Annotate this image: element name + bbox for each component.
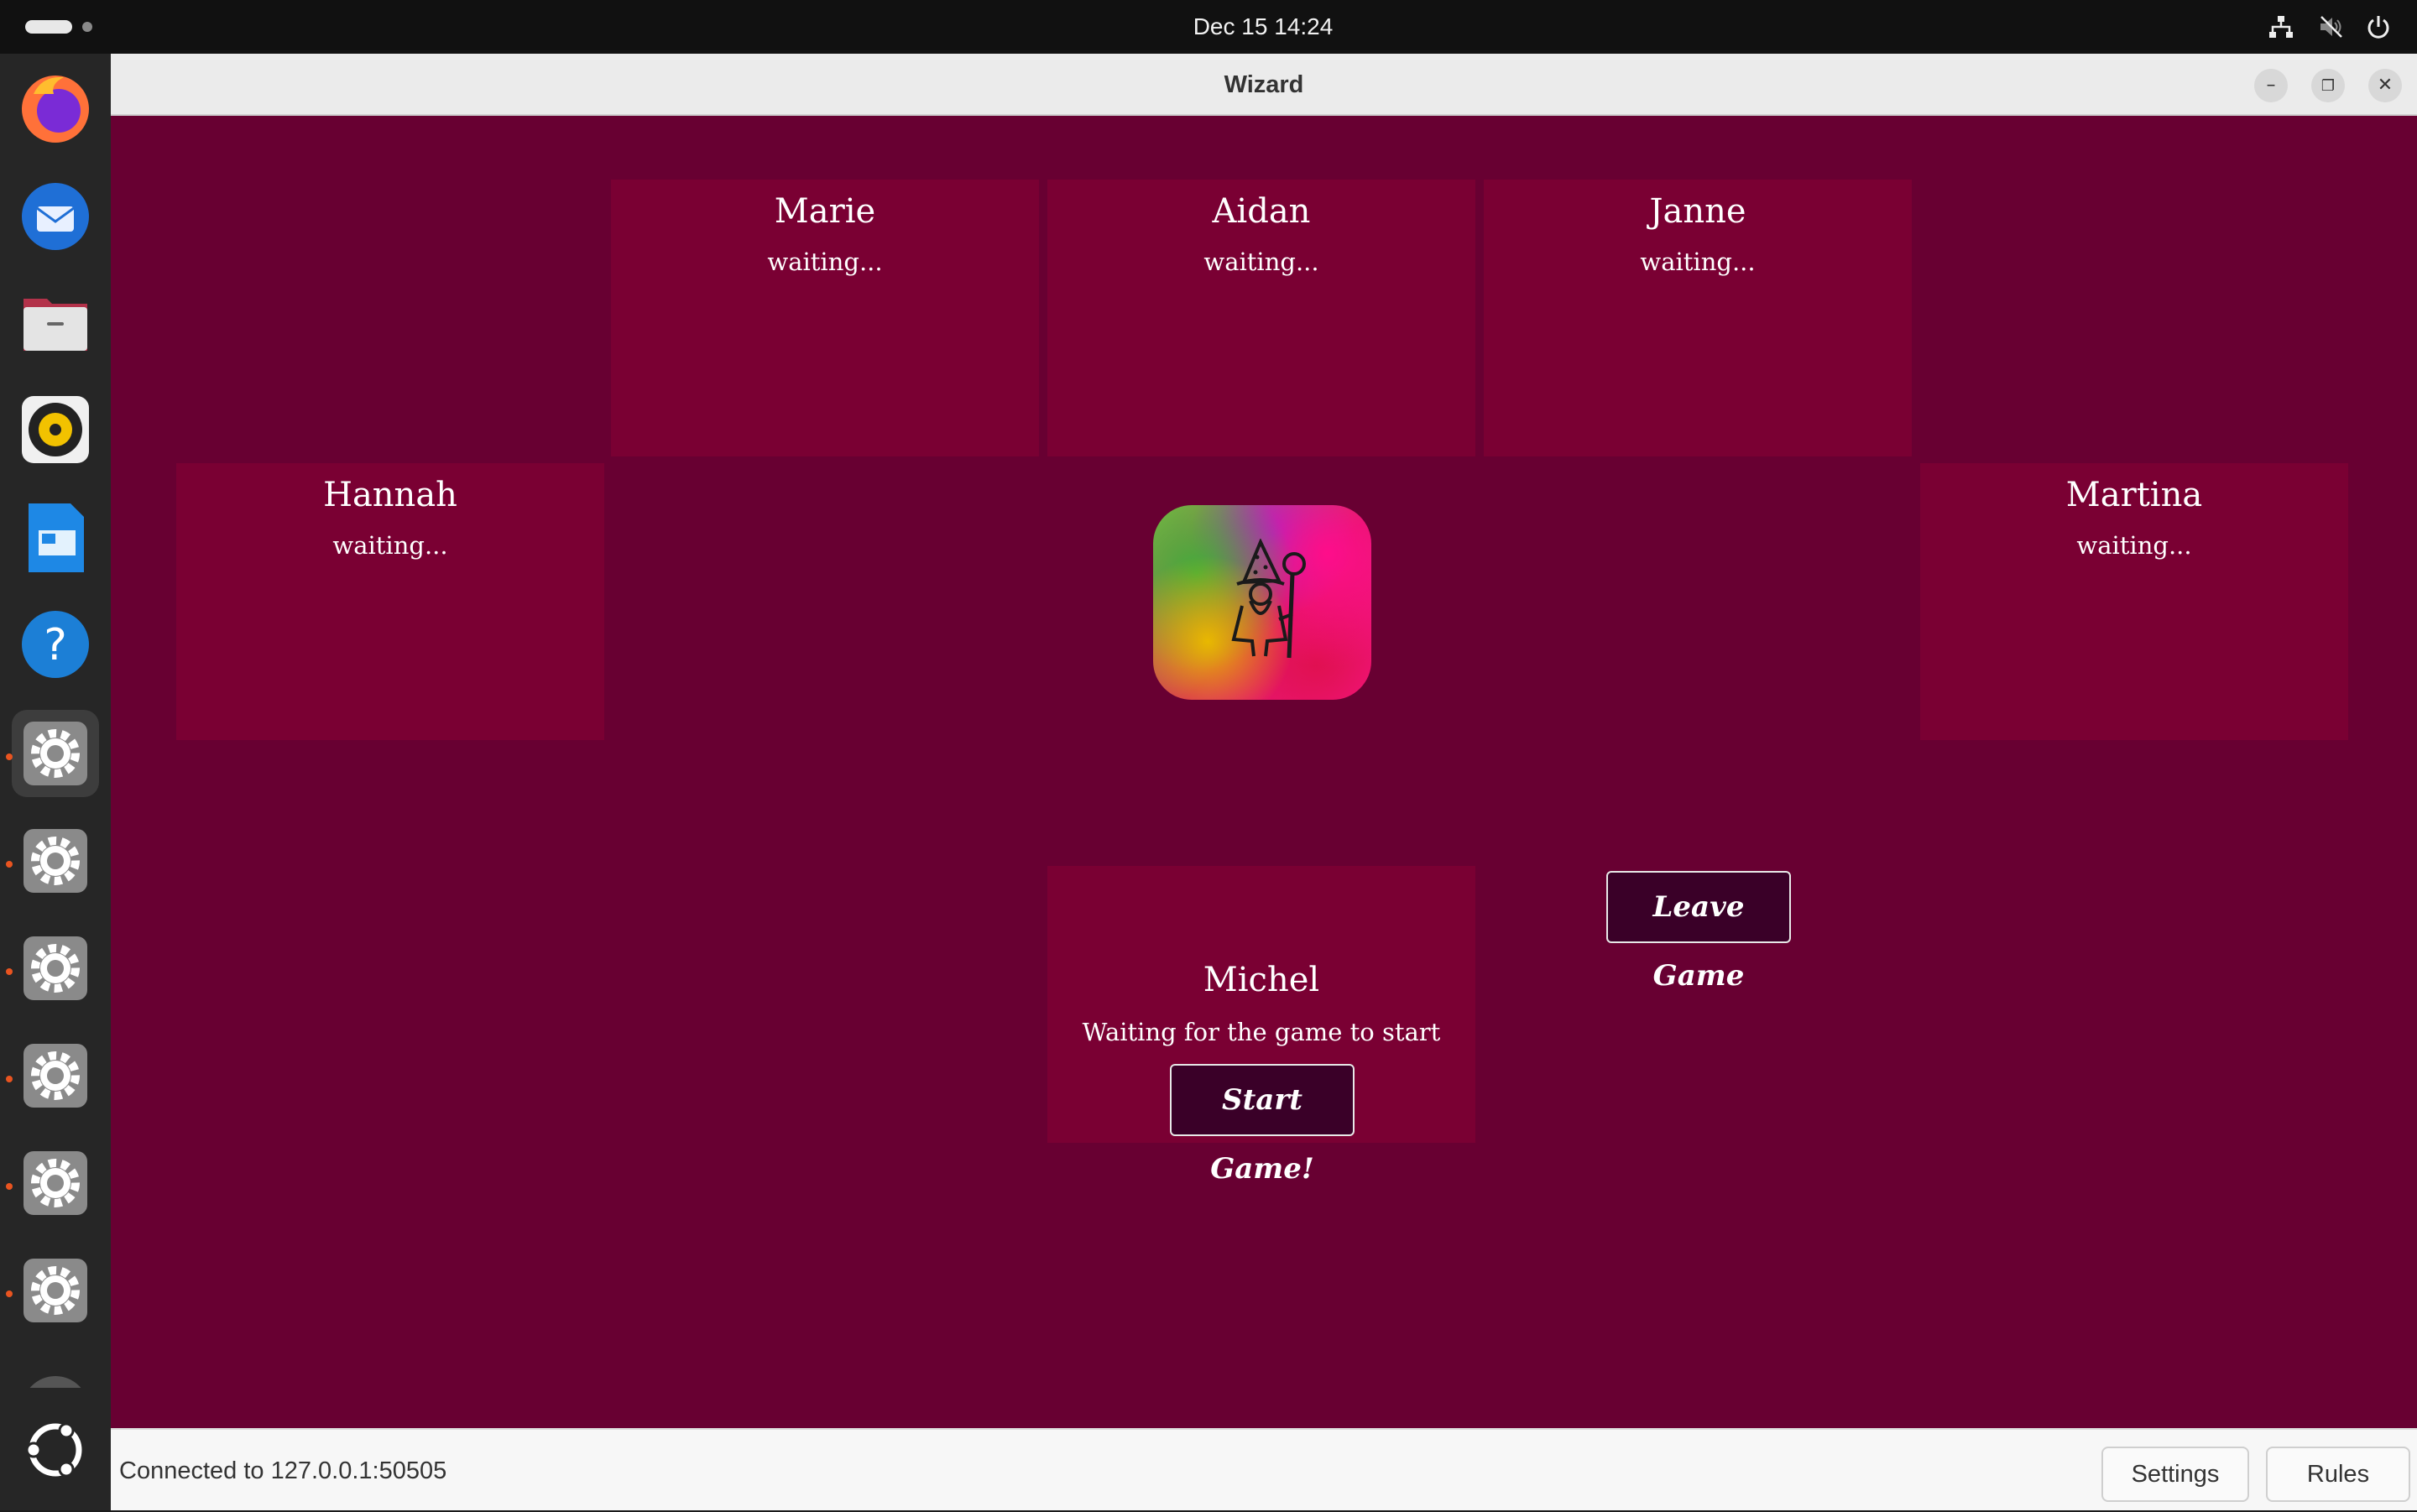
dock-item-files[interactable]: [12, 279, 99, 366]
rules-button[interactable]: Rules: [2266, 1447, 2410, 1502]
player-panel-michel: Michel Waiting for the game to start Sta…: [1047, 866, 1475, 1186]
workspace-indicator: [82, 22, 92, 32]
minimize-icon: –: [2266, 75, 2276, 96]
status-bar: Connected to 127.0.0.1:50505 Settings Ru…: [111, 1428, 2417, 1510]
dock-item-writer[interactable]: [12, 493, 99, 581]
player-status: waiting...: [1203, 248, 1319, 276]
minimize-button[interactable]: –: [2254, 69, 2288, 102]
player-status: waiting...: [767, 248, 883, 276]
folder-icon: [23, 299, 87, 351]
player-name: Aidan: [1212, 192, 1311, 231]
running-indicator: [6, 1290, 13, 1297]
gear-icon: [23, 722, 87, 785]
start-game-button[interactable]: Start Game!: [1170, 1064, 1355, 1186]
show-apps-button[interactable]: [12, 1406, 99, 1494]
player-name: Michel: [1203, 961, 1320, 999]
window-title: Wizard: [1224, 71, 1304, 98]
writer-icon: [29, 503, 84, 572]
dock: ?: [0, 54, 111, 1510]
gear-icon: [23, 1151, 87, 1215]
running-indicator: [6, 968, 13, 975]
top-bar: Dec 15 14:24: [0, 0, 2417, 54]
svg-text:?: ?: [44, 620, 67, 670]
player-name: Hannah: [323, 476, 457, 514]
player-panel-martina: Martina waiting...: [1920, 463, 2348, 740]
leave-game-button[interactable]: Leave Game: [1606, 871, 1791, 993]
dock-item-app-5[interactable]: [12, 1139, 99, 1227]
player-name: Janne: [1649, 192, 1746, 231]
running-indicator: [6, 1076, 13, 1082]
gear-icon: [23, 1259, 87, 1322]
dock-item-app-2[interactable]: [12, 817, 99, 905]
help-icon: ?: [22, 611, 89, 678]
dock-item-app-6[interactable]: [12, 1247, 99, 1334]
running-indicator: [6, 1183, 13, 1190]
close-icon: ✕: [2377, 75, 2394, 96]
maximize-icon: ❐: [2320, 77, 2336, 95]
player-name: Martina: [2065, 476, 2203, 514]
dock-item-thunderbird[interactable]: [12, 171, 99, 258]
dock-item-app-1[interactable]: [12, 710, 99, 797]
player-status: waiting...: [332, 531, 448, 560]
dock-item-help[interactable]: ?: [12, 601, 99, 688]
firefox-icon: [22, 76, 89, 143]
activities-button[interactable]: [25, 20, 72, 34]
settings-button[interactable]: Settings: [2101, 1447, 2249, 1502]
player-status: waiting...: [1640, 248, 1756, 276]
player-panel-hannah: Hannah waiting...: [176, 463, 604, 740]
gear-icon: [23, 936, 87, 1000]
dock-item-app-3[interactable]: [12, 925, 99, 1012]
speaker-muted-icon[interactable]: [2318, 13, 2345, 40]
clock[interactable]: Dec 15 14:24: [1125, 0, 1402, 54]
player-status: Waiting for the game to start: [1082, 1018, 1441, 1046]
power-icon[interactable]: [2365, 13, 2392, 40]
dock-item-partial[interactable]: [12, 1354, 99, 1388]
gear-icon: [23, 1044, 87, 1108]
player-name: Marie: [774, 192, 876, 231]
app-icon: [29, 1376, 81, 1388]
close-button[interactable]: ✕: [2368, 69, 2402, 102]
connection-status: Connected to 127.0.0.1:50505: [119, 1457, 447, 1484]
wizard-logo: [1153, 505, 1371, 700]
player-panel-marie: Marie waiting...: [611, 180, 1039, 456]
player-panel-janne: Janne waiting...: [1484, 180, 1912, 456]
dock-item-app-4[interactable]: [12, 1032, 99, 1119]
speaker-icon: [22, 396, 89, 463]
player-panel-aidan: Aidan waiting...: [1047, 180, 1475, 456]
game-table: Marie waiting... Aidan waiting... Janne …: [111, 116, 2417, 1428]
network-icon[interactable]: [2268, 13, 2294, 40]
gear-icon: [23, 829, 87, 893]
thunderbird-icon: [22, 183, 89, 250]
title-bar[interactable]: Wizard – ❐ ✕: [111, 54, 2417, 116]
running-indicator: [6, 753, 13, 760]
running-indicator: [6, 861, 13, 868]
wizard-icon: [1231, 539, 1306, 659]
dock-item-firefox[interactable]: [12, 64, 99, 151]
maximize-button[interactable]: ❐: [2311, 69, 2345, 102]
ubuntu-logo-icon: [25, 1422, 82, 1478]
dock-item-rhythmbox[interactable]: [12, 386, 99, 473]
player-status: waiting...: [2076, 531, 2192, 560]
wizard-window: Wizard – ❐ ✕ Marie waiting... Aidan wait…: [111, 54, 2417, 1510]
